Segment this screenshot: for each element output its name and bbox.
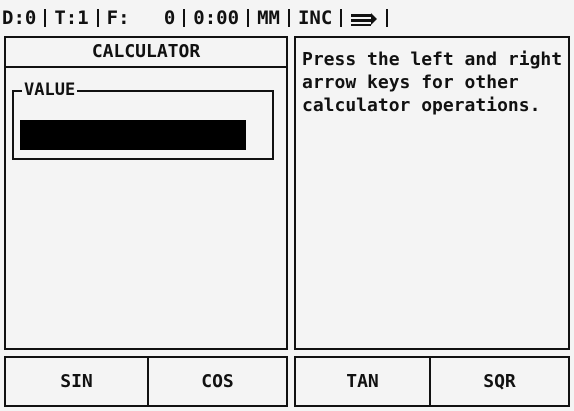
panel-title: CALCULATOR [6, 38, 286, 68]
divider [247, 9, 250, 27]
datum-readout: D:0 [2, 7, 37, 29]
units-readout: MM [257, 7, 280, 29]
divider [340, 9, 343, 27]
sin-softkey[interactable]: SIN [4, 356, 149, 407]
divider [96, 9, 99, 27]
status-bar: D:0 T:1 F: 0 0:00 MM INC [0, 0, 574, 36]
calculator-panel: CALCULATOR VALUE [4, 36, 288, 350]
divider [287, 9, 290, 27]
tan-softkey[interactable]: TAN [294, 356, 431, 407]
sqr-softkey[interactable]: SQR [431, 356, 570, 407]
mode-readout: INC [297, 7, 333, 29]
tool-indicator-icon [350, 10, 378, 26]
value-group: VALUE [12, 81, 274, 160]
time-readout: 0:00 [193, 7, 240, 29]
cos-softkey[interactable]: COS [149, 356, 288, 407]
divider [386, 9, 389, 27]
help-text: Press the left and right arrow keys for … [302, 49, 563, 116]
value-input[interactable] [20, 120, 246, 150]
feed-readout: F: 0 [106, 7, 176, 29]
value-label: VALUE [22, 80, 78, 100]
divider [183, 9, 186, 27]
help-panel: Press the left and right arrow keys for … [294, 36, 570, 350]
tool-readout: T:1 [54, 7, 89, 29]
divider [44, 9, 47, 27]
